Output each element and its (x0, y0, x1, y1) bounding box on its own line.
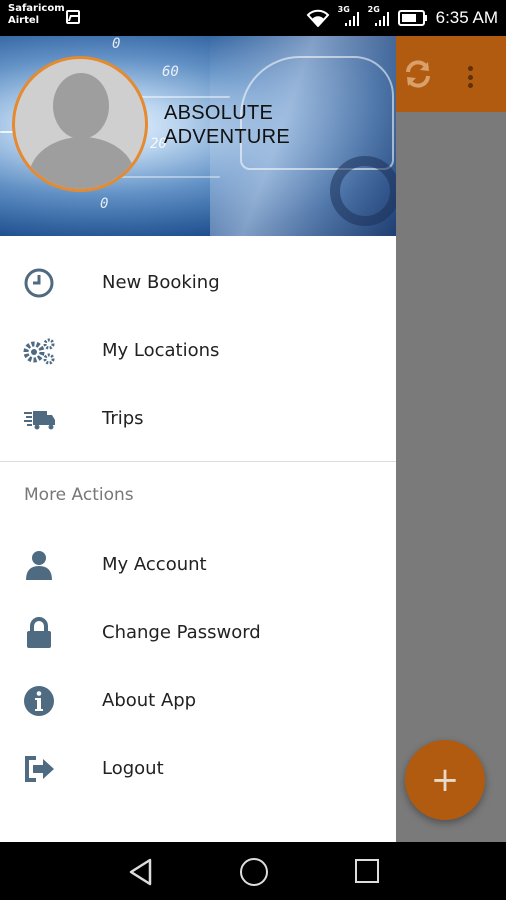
clock-time: 6:35 AM (435, 8, 498, 27)
carrier-2: Airtel (8, 15, 40, 26)
clock-icon (24, 268, 54, 298)
menu-item-label: Trips (102, 408, 144, 429)
truck-icon (24, 411, 55, 430)
menu-item-label: Logout (102, 758, 164, 779)
user-icon (26, 551, 52, 580)
status-icons: 3G 2G 6:35 AM (306, 5, 498, 30)
back-icon[interactable] (128, 858, 154, 886)
navigation-drawer: 60 0 20 0 ABSOLUTE ADVENTURE New Booking… (0, 36, 396, 842)
menu-item-about-app[interactable]: About App (0, 667, 396, 735)
menu-divider (0, 461, 396, 462)
menu-item-label: Change Password (102, 622, 261, 643)
header-light-streak (140, 96, 230, 98)
header-digit-glyph: 60 (162, 64, 179, 80)
carrier-names: Safaricom Airtel (8, 3, 65, 27)
menu-item-label: My Account (102, 554, 207, 575)
menu-item-change-password[interactable]: Change Password (0, 599, 396, 667)
refresh-icon[interactable] (402, 58, 434, 90)
wifi-icon (306, 9, 330, 27)
more-options-icon[interactable] (468, 66, 474, 88)
menu-item-new-booking[interactable]: New Booking (0, 249, 396, 317)
menu-item-logout[interactable]: Logout (0, 735, 396, 803)
recents-icon[interactable] (355, 859, 379, 883)
menu-item-label: New Booking (102, 272, 220, 293)
menu-item-label: My Locations (102, 340, 220, 361)
primary-menu: New Booking My Locations Trips (0, 249, 396, 453)
header-digit-glyph: 0 (100, 196, 109, 212)
battery-icon (397, 10, 427, 26)
signal-icon-1: 3G (338, 5, 360, 27)
avatar-head (53, 73, 109, 139)
app-name: ABSOLUTE ADVENTURE (164, 102, 291, 148)
lock-icon (27, 617, 51, 648)
avatar[interactable] (12, 56, 148, 192)
app-toolbar (396, 36, 506, 112)
info-icon (24, 686, 54, 716)
system-nav-bar (0, 842, 506, 900)
menu-item-trips[interactable]: Trips (0, 385, 396, 453)
home-icon[interactable] (240, 858, 268, 886)
section-title: More Actions (24, 485, 134, 505)
add-fab-button[interactable]: + (405, 740, 485, 820)
menu-item-my-locations[interactable]: My Locations (0, 317, 396, 385)
secondary-menu: My Account Change Password About App Log… (0, 531, 396, 803)
signal-icon-2: 2G (368, 5, 390, 27)
gears-icon (23, 338, 55, 365)
avatar-body (29, 137, 135, 189)
drawer-header: 60 0 20 0 ABSOLUTE ADVENTURE (0, 36, 396, 236)
header-digit-glyph: 0 (112, 36, 121, 52)
carrier-1: Safaricom (8, 3, 65, 14)
status-bar: Safaricom Airtel 3G 2G 6:35 AM (0, 0, 506, 36)
background-app: + (396, 36, 506, 842)
image-notification-icon (66, 10, 80, 24)
menu-item-label: About App (102, 690, 197, 711)
menu-item-my-account[interactable]: My Account (0, 531, 396, 599)
logout-icon (25, 756, 54, 782)
